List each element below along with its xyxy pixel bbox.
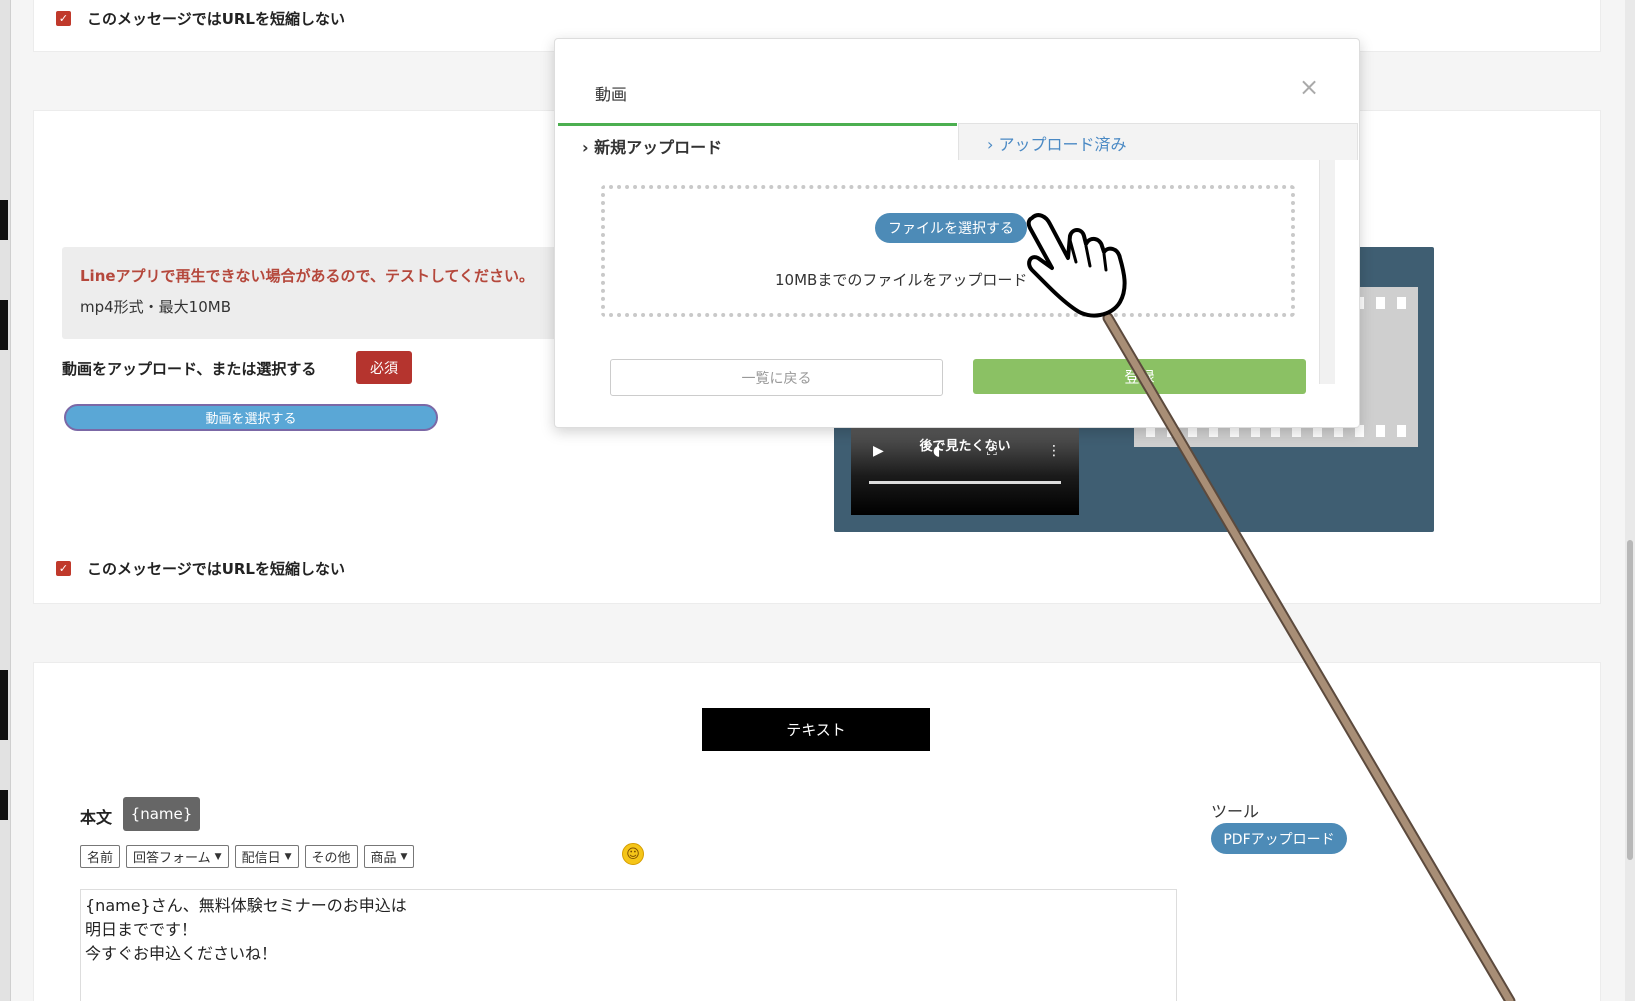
pointer-stick-icon — [1102, 312, 1516, 1001]
hand-pointer-icon — [1026, 213, 1127, 318]
